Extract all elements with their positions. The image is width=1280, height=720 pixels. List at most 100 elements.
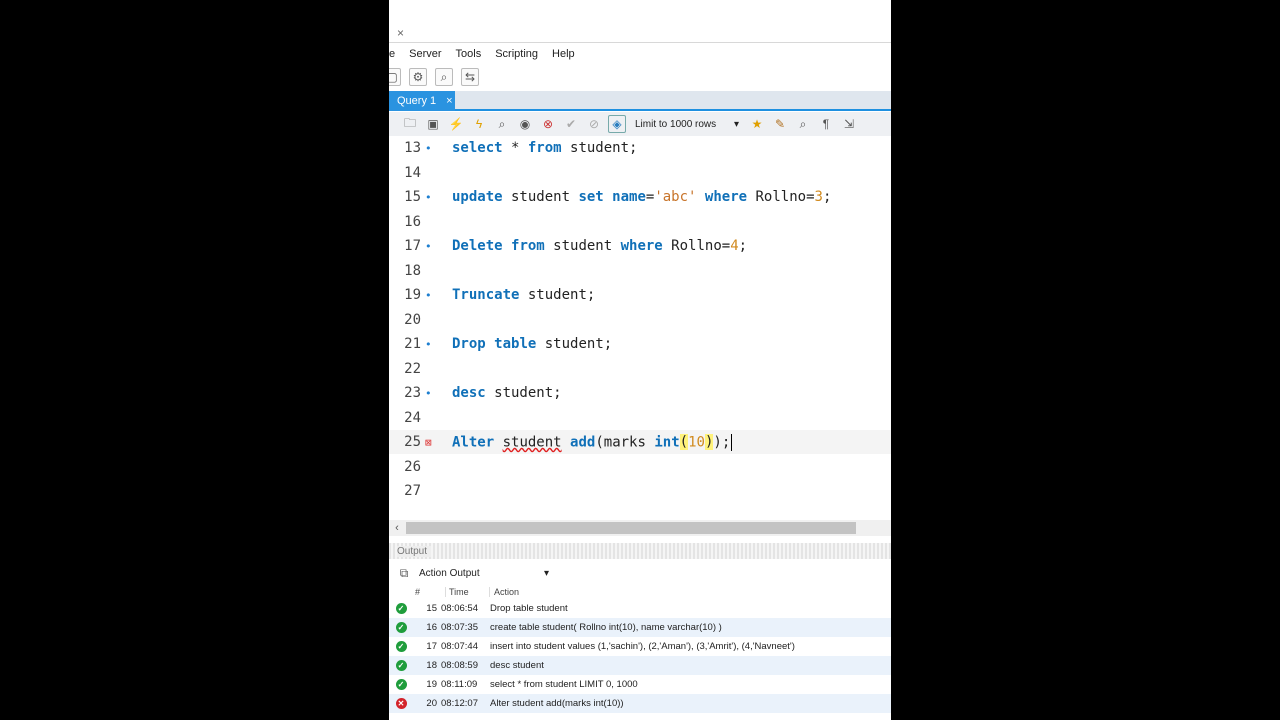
wrap-icon[interactable]: ⇲ — [840, 115, 858, 133]
success-check-icon: ✓ — [395, 641, 407, 652]
tab-query-1[interactable]: Query 1 × — [389, 91, 455, 111]
limit-rows-select[interactable]: Limit to 1000 rows ▾ — [635, 119, 739, 130]
limit-label: Limit to 1000 rows — [635, 118, 717, 130]
line-number: 21 — [404, 336, 421, 352]
editor-line: 16 — [389, 210, 891, 234]
toggle-continue-icon[interactable]: ⊗ — [539, 115, 557, 133]
stop-icon[interactable]: ◉ — [516, 115, 534, 133]
statement-marker-icon: • — [425, 141, 432, 155]
output-type-label: Action Output — [419, 567, 480, 579]
sql-editor[interactable]: 13 • select * from student; 14 15 • upda… — [389, 136, 891, 518]
success-check-icon: ✓ — [395, 660, 407, 671]
row-number: 15 — [426, 603, 437, 614]
commit-icon[interactable]: ✔ — [562, 115, 580, 133]
row-number: 17 — [426, 641, 437, 652]
table-row[interactable]: ✓ 16 08:07:35 create table student( Roll… — [389, 618, 891, 637]
output-table-header: # Time Action — [389, 584, 891, 600]
invisible-chars-icon[interactable]: ¶ — [817, 115, 835, 133]
menu-item-help[interactable]: Help — [552, 48, 575, 60]
menu-item-file[interactable]: e — [389, 48, 395, 60]
editor-line-current: 25 ⊠ Alter student add(marks int(10)); — [389, 430, 891, 454]
add-snippet-icon[interactable]: ★ — [748, 115, 766, 133]
output-rows: ✓ 15 08:06:54 Drop table student ✓ 16 08… — [389, 599, 891, 713]
code-text: Delete from student where Rollno=4; — [452, 238, 748, 254]
success-check-icon: ✓ — [395, 622, 407, 633]
statement-marker-icon: • — [425, 386, 432, 400]
output-panel-header: Output — [389, 543, 891, 559]
editor-line: 23 • desc student; — [389, 381, 891, 405]
close-icon[interactable]: × — [446, 95, 452, 107]
editor-line: 19 • Truncate student; — [389, 283, 891, 307]
column-header-number[interactable]: # — [413, 587, 445, 597]
statement-marker-icon: • — [425, 239, 432, 253]
editor-line: 26 — [389, 455, 891, 479]
editor-line: 24 — [389, 406, 891, 430]
explain-icon[interactable]: ⌕ — [493, 115, 511, 133]
line-number: 18 — [404, 262, 421, 279]
line-number: 17 — [404, 238, 421, 254]
line-number: 23 — [404, 385, 421, 401]
error-marker-icon[interactable]: ⊠ — [421, 436, 452, 449]
main-toolbar: ▢ ⚙ ⌕ ⇆ — [389, 64, 891, 90]
line-number: 26 — [404, 458, 421, 475]
beautify-icon[interactable]: ✎ — [771, 115, 789, 133]
editor-line: 15 • update student set name='abc' where… — [389, 185, 891, 209]
scroll-left-icon[interactable]: ‹ — [389, 522, 405, 534]
query-tab-strip: Query 1 × — [389, 91, 891, 111]
inspect-icon[interactable]: ⌕ — [435, 68, 453, 86]
output-toolbar: ⧉ Action Output ▾ — [389, 563, 891, 583]
row-number: 20 — [426, 698, 437, 709]
output-title: Output — [397, 545, 432, 557]
text-caret — [731, 433, 733, 451]
copy-icon[interactable]: ⧉ — [395, 564, 413, 582]
column-header-time[interactable]: Time — [445, 587, 489, 597]
table-row[interactable]: ✓ 18 08:08:59 desc student — [389, 656, 891, 675]
line-number: 16 — [404, 213, 421, 230]
execute-icon[interactable]: ⚡ — [447, 115, 465, 133]
code-text: update student set name='abc' where Roll… — [452, 189, 832, 205]
open-folder-icon[interactable]: 🗀 — [401, 115, 419, 133]
close-tab-icon[interactable]: × — [397, 26, 404, 40]
column-header-action[interactable]: Action — [489, 587, 519, 597]
line-number: 13 — [404, 140, 421, 156]
autocommit-icon[interactable]: ◈ — [608, 115, 626, 133]
table-row[interactable]: ✓ 15 08:06:54 Drop table student — [389, 599, 891, 618]
editor-line: 22 — [389, 357, 891, 381]
gear-server-icon[interactable]: ⚙ — [409, 68, 427, 86]
editor-line: 14 — [389, 161, 891, 185]
chevron-down-icon: ▾ — [543, 567, 549, 579]
line-number: 15 — [404, 189, 421, 205]
row-action: Alter student add(marks int(10)) — [490, 698, 624, 709]
new-connection-icon[interactable]: ▢ — [389, 68, 401, 86]
execute-current-icon[interactable]: ϟ — [470, 115, 488, 133]
row-action: desc student — [490, 660, 544, 671]
scrollbar-thumb[interactable] — [406, 522, 856, 534]
row-number: 16 — [426, 622, 437, 633]
sql-editor-toolbar: 🗀 ▣ ⚡ ϟ ⌕ ◉ ⊗ ✔ ⊘ ◈ Limit to 1000 rows ▾… — [389, 112, 891, 136]
row-action: create table student( Rollno int(10), na… — [490, 622, 722, 633]
code-text: desc student; — [452, 385, 562, 401]
menu-item-scripting[interactable]: Scripting — [495, 48, 538, 60]
horizontal-scrollbar[interactable]: ‹ — [389, 520, 891, 536]
editor-line: 17 • Delete from student where Rollno=4; — [389, 234, 891, 258]
row-time: 08:06:54 — [441, 603, 478, 614]
menu-item-server[interactable]: Server — [409, 48, 441, 60]
editor-line: 13 • select * from student; — [389, 136, 891, 160]
statement-marker-icon: • — [425, 337, 432, 351]
editor-line: 27 — [389, 479, 891, 503]
code-text: Drop table student; — [452, 336, 613, 352]
row-time: 08:11:09 — [441, 679, 478, 690]
find-icon[interactable]: ⌕ — [794, 115, 812, 133]
save-icon[interactable]: ▣ — [424, 115, 442, 133]
table-row[interactable]: ✓ 17 08:07:44 insert into student values… — [389, 637, 891, 656]
row-time: 08:12:07 — [441, 698, 478, 709]
line-number: 19 — [404, 287, 421, 303]
table-row[interactable]: ✕ 20 08:12:07 Alter student add(marks in… — [389, 694, 891, 713]
menu-item-tools[interactable]: Tools — [456, 48, 482, 60]
reconnect-icon[interactable]: ⇆ — [461, 68, 479, 86]
rollback-icon[interactable]: ⊘ — [585, 115, 603, 133]
table-row[interactable]: ✓ 19 08:11:09 select * from student LIMI… — [389, 675, 891, 694]
row-action: select * from student LIMIT 0, 1000 — [490, 679, 638, 690]
output-type-select[interactable]: Action Output ▾ — [419, 568, 549, 579]
row-time: 08:07:35 — [441, 622, 478, 633]
